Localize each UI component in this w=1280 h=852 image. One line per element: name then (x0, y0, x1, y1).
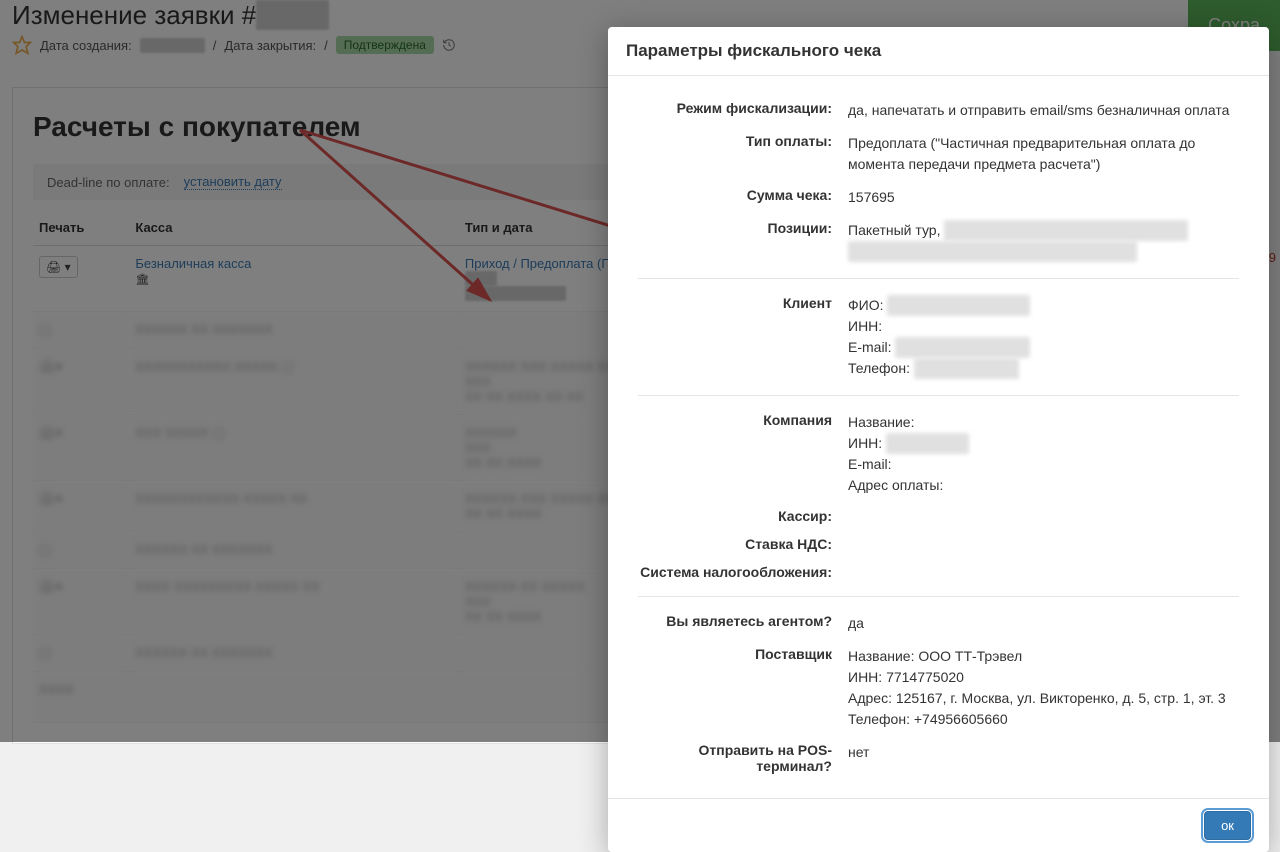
value-mode: да, напечатать и отправить email/sms без… (848, 100, 1239, 121)
label-is-agent: Вы являетесь агентом? (638, 613, 848, 629)
label-supplier: Поставщик (638, 646, 848, 662)
label-pay-type: Тип оплаты: (638, 133, 848, 149)
modal-body: Режим фискализации: да, напечатать и отп… (608, 76, 1269, 798)
label-pos-terminal: Отправить на POS-терминал? (638, 742, 848, 774)
value-company: Название: ИНН: XXXXXXXX E-mail: Адрес оп… (848, 412, 1239, 496)
ok-button[interactable]: ок (1204, 811, 1251, 840)
modal-footer: ок (608, 798, 1269, 852)
label-company: Компания (638, 412, 848, 428)
label-vat: Ставка НДС: (638, 536, 848, 552)
label-positions: Позиции: (638, 220, 848, 236)
value-positions: Пакетный тур, XXXXXX XXXXX XXXXXXXXXX XX… (848, 220, 1239, 262)
label-cashier: Кассир: (638, 508, 848, 524)
value-client: ФИО: XXXXXXX XXXXXXX ИНН: E-mail: XXXXXX… (848, 295, 1239, 379)
positions-blur2: X XXXXXXXX XXXX XXX XXXXXXXXX XXX (848, 241, 1137, 262)
value-supplier: Название: ООО ТТ-Трэвел ИНН: 7714775020 … (848, 646, 1239, 730)
value-is-agent: да (848, 613, 1239, 634)
positions-prefix: Пакетный тур, (848, 222, 940, 238)
label-mode: Режим фискализации: (638, 100, 848, 116)
value-check-sum: 157695 (848, 187, 1239, 208)
label-client: Клиент (638, 295, 848, 311)
value-pos-terminal: нет (848, 742, 1239, 763)
label-check-sum: Сумма чека: (638, 187, 848, 203)
modal-header: Параметры фискального чека (608, 27, 1269, 76)
fiscal-check-modal: Параметры фискального чека Режим фискали… (608, 27, 1269, 852)
label-taxation: Система налогообложения: (638, 564, 848, 580)
value-pay-type: Предоплата ("Частичная предварительная о… (848, 133, 1239, 175)
positions-blur1: XXXXXX XXXXX XXXXXXXXXX XXX (944, 220, 1188, 241)
modal-title: Параметры фискального чека (626, 41, 1251, 61)
